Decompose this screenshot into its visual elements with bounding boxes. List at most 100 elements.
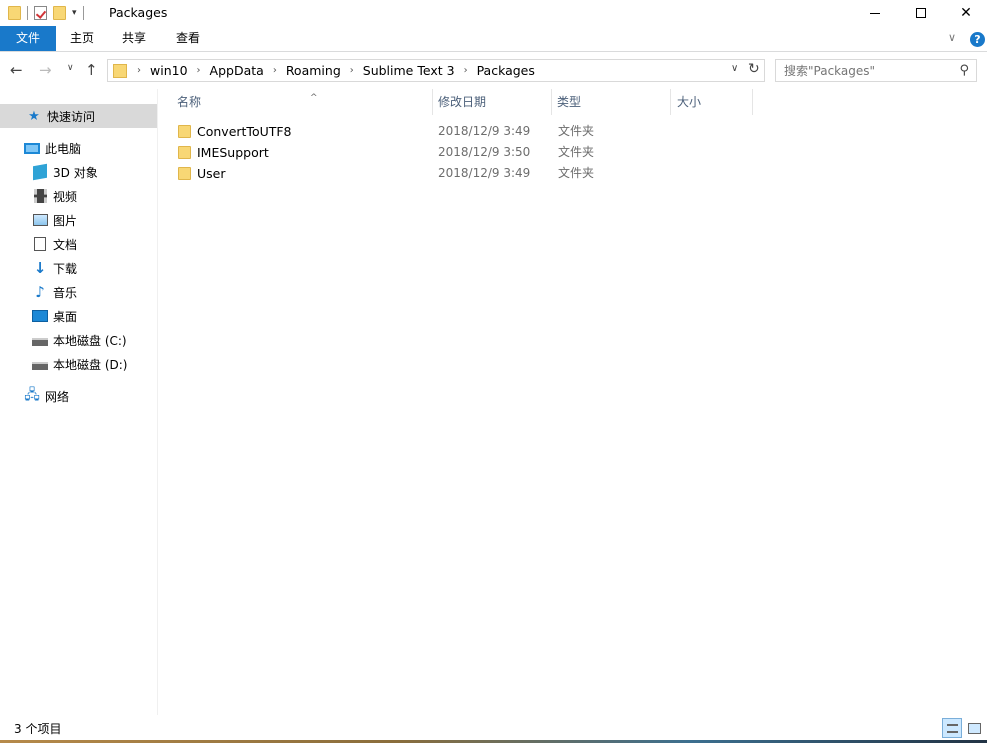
sidebar-item-drive-d[interactable]: 本地磁盘 (D:) (0, 352, 157, 376)
search-icon[interactable]: ⚲ (959, 63, 969, 78)
item-count: 3 个项目 (14, 722, 62, 736)
breadcrumb-item[interactable]: AppData (210, 63, 264, 78)
breadcrumb-separator-icon[interactable]: › (197, 65, 201, 76)
recent-locations-chevron-icon[interactable]: ∨ (67, 63, 74, 73)
sidebar-item-quick-access[interactable]: ★ 快速访问 (0, 104, 157, 128)
breadcrumb-separator-icon[interactable]: › (137, 65, 141, 76)
customize-toolbar-dropdown-icon[interactable]: ▾ (72, 8, 77, 18)
column-header-date[interactable]: 修改日期 (434, 89, 552, 115)
star-icon: ★ (28, 108, 40, 124)
sidebar-item-label: 本地磁盘 (C:) (53, 333, 127, 348)
breadcrumb-separator-icon[interactable]: › (464, 65, 468, 76)
network-icon: 🖧 (24, 387, 40, 403)
search-box[interactable]: ⚲ (775, 59, 977, 82)
music-icon: ♪ (35, 283, 45, 301)
drive-d-icon (32, 357, 48, 371)
column-header-label: 名称 (177, 95, 202, 109)
minimize-button[interactable] (852, 0, 898, 26)
window-title: Packages (109, 5, 168, 20)
desktop-icon (32, 309, 48, 323)
navigation-bar: ← → ∨ ↑ › win10 › AppData › Roaming › Su… (0, 53, 987, 89)
sidebar-item-label: 视频 (53, 189, 78, 204)
maximize-icon (916, 8, 926, 18)
documents-icon (32, 237, 48, 251)
sidebar-item-3d-objects[interactable]: 3D 对象 (0, 160, 157, 184)
details-view-button[interactable] (942, 718, 962, 738)
address-history-chevron-icon[interactable]: ∨ (731, 63, 738, 74)
status-bar: 3 个项目 (0, 715, 987, 740)
ribbon-tabs: 文件 主页 共享 查看 ∨ ? (0, 26, 987, 52)
sidebar-item-drive-c[interactable]: 本地磁盘 (C:) (0, 328, 157, 352)
breadcrumb-item[interactable]: Sublime Text 3 (363, 63, 455, 78)
expand-ribbon-chevron-icon[interactable]: ∨ (948, 31, 956, 44)
file-type: 文件夹 (558, 124, 595, 138)
3d-objects-icon (32, 163, 48, 181)
modified-date: 2018/12/9 3:50 (438, 145, 531, 159)
file-type: 文件夹 (558, 145, 595, 159)
tab-home[interactable]: 主页 (58, 26, 106, 51)
navigation-pane: ★ 快速访问 此电脑 3D 对象 视频 图片 文档 ↓ 下载 ♪ 音乐 桌面 本… (0, 89, 158, 715)
large-icons-view-button[interactable] (964, 718, 984, 738)
sidebar-item-music[interactable]: ♪ 音乐 (0, 280, 157, 304)
breadcrumb-separator-icon[interactable]: › (350, 65, 354, 76)
folder-icon (178, 167, 191, 180)
folder-icon (113, 63, 127, 78)
table-row[interactable]: IMESupport 2018/12/9 3:50 文件夹 (178, 142, 738, 163)
download-icon: ↓ (33, 259, 47, 277)
breadcrumb-item[interactable]: Packages (477, 63, 535, 78)
quick-access-toolbar: ▾ (8, 4, 84, 22)
file-list: 名称 ^ 修改日期 类型 大小 ConvertToUTF8 2018/12/9 … (159, 89, 987, 715)
sidebar-item-this-pc[interactable]: 此电脑 (0, 136, 157, 160)
folder-icon[interactable] (8, 6, 21, 20)
forward-arrow-icon[interactable]: → (39, 61, 52, 79)
sidebar-item-label: 本地磁盘 (D:) (53, 357, 128, 372)
drive-c-icon (32, 333, 48, 347)
title-bar: ▾ Packages ✕ (0, 0, 987, 26)
table-row[interactable]: ConvertToUTF8 2018/12/9 3:49 文件夹 (178, 121, 738, 142)
modified-date: 2018/12/9 3:49 (438, 166, 531, 180)
sort-ascending-icon: ^ (310, 93, 318, 103)
breadcrumb-separator-icon[interactable]: › (273, 65, 277, 76)
search-input[interactable] (784, 61, 954, 81)
help-icon[interactable]: ? (970, 32, 985, 47)
modified-date: 2018/12/9 3:49 (438, 124, 531, 138)
sidebar-item-label: 图片 (53, 213, 78, 228)
file-name: User (197, 166, 226, 181)
file-type: 文件夹 (558, 166, 595, 180)
sidebar-item-downloads[interactable]: ↓ 下载 (0, 256, 157, 280)
address-bar[interactable]: › win10 › AppData › Roaming › Sublime Te… (107, 59, 765, 82)
close-icon: ✕ (960, 5, 972, 21)
sidebar-item-network[interactable]: 🖧 网络 (0, 384, 157, 408)
sidebar-item-pictures[interactable]: 图片 (0, 208, 157, 232)
new-folder-icon[interactable] (53, 6, 66, 20)
sidebar-item-label: 此电脑 (45, 141, 82, 156)
sidebar-item-videos[interactable]: 视频 (0, 184, 157, 208)
back-arrow-icon[interactable]: ← (10, 61, 23, 79)
maximize-button[interactable] (898, 0, 944, 26)
column-header-type[interactable]: 类型 (553, 89, 671, 115)
tab-view[interactable]: 查看 (164, 26, 212, 51)
refresh-icon[interactable]: ↻ (748, 61, 760, 77)
sidebar-item-label: 音乐 (53, 285, 78, 300)
column-header-size[interactable]: 大小 (673, 89, 753, 115)
table-row[interactable]: User 2018/12/9 3:49 文件夹 (178, 163, 738, 184)
folder-icon (178, 146, 191, 159)
breadcrumb-item[interactable]: win10 (150, 63, 188, 78)
file-name: IMESupport (197, 145, 269, 160)
toolbar-separator (82, 6, 84, 20)
tab-share[interactable]: 共享 (110, 26, 158, 51)
sidebar-item-label: 文档 (53, 237, 78, 252)
sidebar-item-label: 桌面 (53, 309, 78, 324)
up-arrow-icon[interactable]: ↑ (85, 61, 98, 79)
close-button[interactable]: ✕ (943, 0, 987, 26)
video-icon (32, 189, 48, 203)
file-name: ConvertToUTF8 (197, 124, 292, 139)
properties-icon[interactable] (34, 6, 47, 20)
breadcrumb-item[interactable]: Roaming (286, 63, 341, 78)
sidebar-item-desktop[interactable]: 桌面 (0, 304, 157, 328)
tab-file[interactable]: 文件 (0, 26, 56, 51)
sidebar-item-label: 快速访问 (47, 109, 96, 124)
column-header-name[interactable]: 名称 ^ (173, 89, 433, 115)
toolbar-separator (27, 6, 28, 20)
sidebar-item-documents[interactable]: 文档 (0, 232, 157, 256)
